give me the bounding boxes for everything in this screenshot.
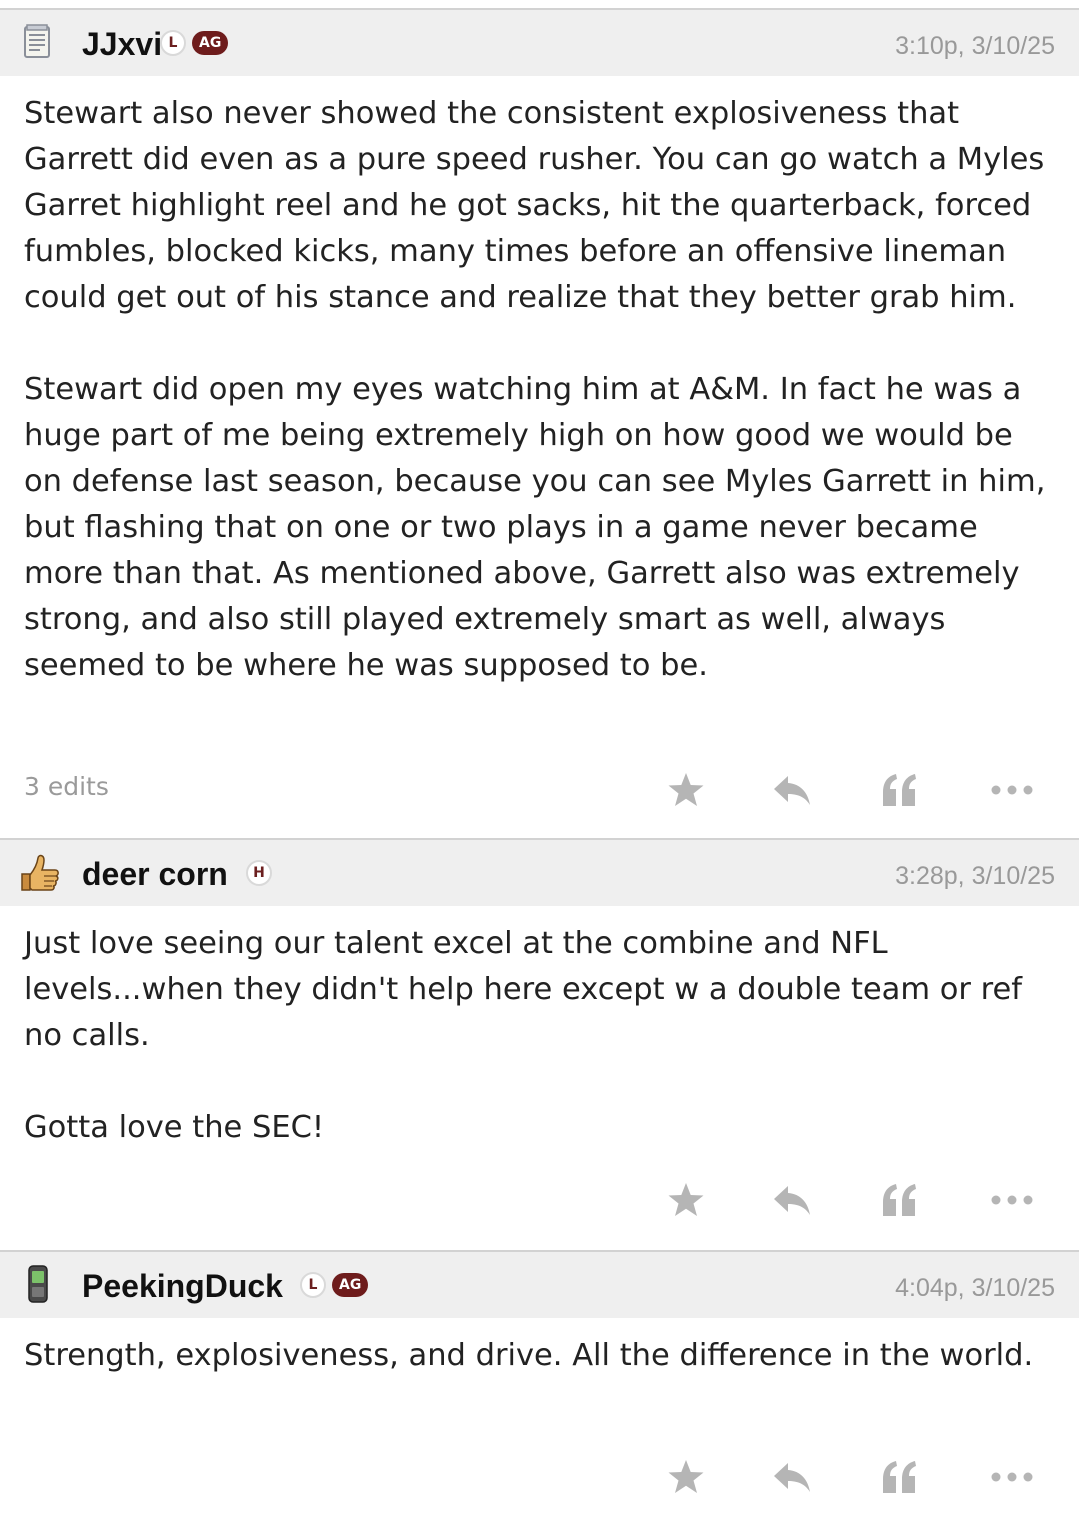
user-badges: L AG bbox=[160, 30, 229, 56]
username[interactable]: JJxvi bbox=[82, 26, 162, 62]
edits-link[interactable]: 3 edits bbox=[24, 772, 109, 801]
post-header: JJxvi L AG 3:10p, 3/10/25 bbox=[0, 8, 1079, 76]
post: JJxvi L AG 3:10p, 3/10/25 Stewart also n… bbox=[0, 8, 1079, 838]
reply-icon[interactable] bbox=[768, 766, 816, 814]
post: PeekingDuck L AG 4:04p, 3/10/25 Strength… bbox=[0, 1250, 1079, 1515]
more-icon[interactable] bbox=[988, 1453, 1036, 1501]
post-timestamp[interactable]: 3:28p, 3/10/25 bbox=[895, 862, 1055, 891]
badge-l: L bbox=[160, 30, 186, 56]
quote-icon[interactable] bbox=[875, 766, 923, 814]
star-icon[interactable] bbox=[662, 1453, 710, 1501]
badge-h: H bbox=[246, 860, 272, 886]
notepad-icon[interactable] bbox=[18, 22, 58, 62]
post-body: Just love seeing our talent excel at the… bbox=[0, 906, 1079, 1151]
post-paragraph: Gotta love the SEC! bbox=[24, 1110, 325, 1145]
post-header: PeekingDuck L AG 4:04p, 3/10/25 bbox=[0, 1250, 1079, 1318]
post-timestamp[interactable]: 4:04p, 3/10/25 bbox=[895, 1274, 1055, 1303]
reply-icon[interactable] bbox=[768, 1453, 816, 1501]
post-timestamp[interactable]: 3:10p, 3/10/25 bbox=[895, 32, 1055, 61]
badge-ag: AG bbox=[192, 31, 229, 55]
cellphone-icon[interactable] bbox=[18, 1264, 58, 1304]
quote-icon[interactable] bbox=[875, 1176, 923, 1224]
star-icon[interactable] bbox=[662, 766, 710, 814]
post: deer corn H 3:28p, 3/10/25 Just love see… bbox=[0, 838, 1079, 1250]
post-body: Strength, explosiveness, and drive. All … bbox=[0, 1318, 1079, 1379]
username[interactable]: PeekingDuck bbox=[82, 1268, 283, 1304]
post-footer bbox=[0, 1445, 1079, 1505]
badge-ag: AG bbox=[332, 1273, 369, 1297]
more-icon[interactable] bbox=[988, 1176, 1036, 1224]
post-header: deer corn H 3:28p, 3/10/25 bbox=[0, 838, 1079, 906]
username[interactable]: deer corn bbox=[82, 856, 228, 892]
post-body: Stewart also never showed the consistent… bbox=[0, 76, 1079, 689]
post-footer bbox=[0, 1168, 1079, 1228]
quote-icon[interactable] bbox=[875, 1453, 923, 1501]
post-paragraph: Stewart also never showed the consistent… bbox=[24, 96, 1045, 315]
thumbs-up-icon[interactable] bbox=[18, 852, 59, 892]
post-footer: 3 edits bbox=[0, 758, 1079, 818]
post-paragraph: Just love seeing our talent excel at the… bbox=[24, 926, 1023, 1053]
post-paragraph: Strength, explosiveness, and drive. All … bbox=[24, 1338, 1034, 1373]
user-badges: L AG bbox=[300, 1272, 369, 1298]
more-icon[interactable] bbox=[988, 766, 1036, 814]
star-icon[interactable] bbox=[662, 1176, 710, 1224]
user-badges: H bbox=[246, 860, 272, 886]
badge-l: L bbox=[300, 1272, 326, 1298]
post-paragraph: Stewart did open my eyes watching him at… bbox=[24, 372, 1046, 683]
reply-icon[interactable] bbox=[768, 1176, 816, 1224]
